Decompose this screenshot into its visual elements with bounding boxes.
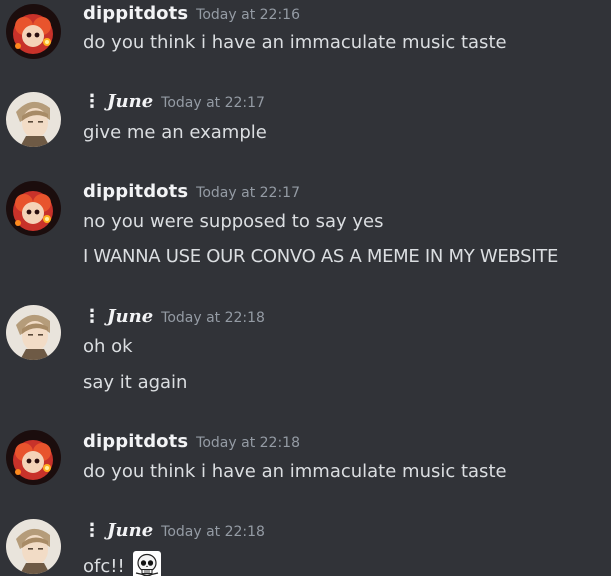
message-text: I WANNA USE OUR CONVO AS A MEME IN MY WE… — [83, 246, 559, 267]
message-header: ⋮ June Today at 22:17 — [83, 91, 265, 114]
message-text: ofc!! — [83, 556, 125, 576]
message-text: give me an example — [83, 122, 267, 143]
message-text-row: ofc!! — [83, 551, 162, 576]
timestamp: Today at 22:17 — [161, 95, 265, 111]
message-header: ⋮ June Today at 22:18 — [83, 306, 265, 329]
user-prefix: ⋮ — [83, 520, 101, 541]
skull-emoji-icon[interactable] — [133, 551, 162, 576]
message-text: no you were supposed to say yes — [83, 211, 384, 232]
message-header: dippitdots Today at 22:16 — [83, 3, 300, 26]
timestamp: Today at 22:18 — [161, 524, 265, 540]
timestamp: Today at 22:18 — [161, 310, 265, 326]
avatar-june[interactable] — [6, 92, 61, 147]
username[interactable]: dippitdots — [83, 431, 188, 452]
user-prefix: ⋮ — [83, 306, 101, 327]
avatar-june[interactable] — [6, 519, 61, 574]
username[interactable]: dippitdots — [83, 181, 188, 202]
timestamp: Today at 22:16 — [196, 7, 300, 23]
avatar-dippitdots[interactable] — [6, 181, 61, 236]
avatar-june[interactable] — [6, 305, 61, 360]
message-header: dippitdots Today at 22:17 — [83, 181, 300, 204]
message-header: dippitdots Today at 22:18 — [83, 431, 300, 454]
message-text: do you think i have an immaculate music … — [83, 32, 507, 53]
message-header: ⋮ June Today at 22:18 — [83, 520, 265, 543]
username[interactable]: June — [107, 520, 153, 541]
username[interactable]: June — [107, 306, 153, 327]
message-text: oh ok — [83, 336, 133, 357]
user-prefix: ⋮ — [83, 91, 101, 112]
username[interactable]: dippitdots — [83, 3, 188, 24]
message-text: do you think i have an immaculate music … — [83, 461, 507, 482]
message-text: say it again — [83, 372, 188, 393]
username[interactable]: June — [107, 91, 153, 112]
chat-message-list: dippitdots Today at 22:16 do you think i … — [0, 0, 611, 576]
avatar-dippitdots[interactable] — [6, 430, 61, 485]
timestamp: Today at 22:17 — [196, 185, 300, 201]
timestamp: Today at 22:18 — [196, 435, 300, 451]
avatar-dippitdots[interactable] — [6, 4, 61, 59]
